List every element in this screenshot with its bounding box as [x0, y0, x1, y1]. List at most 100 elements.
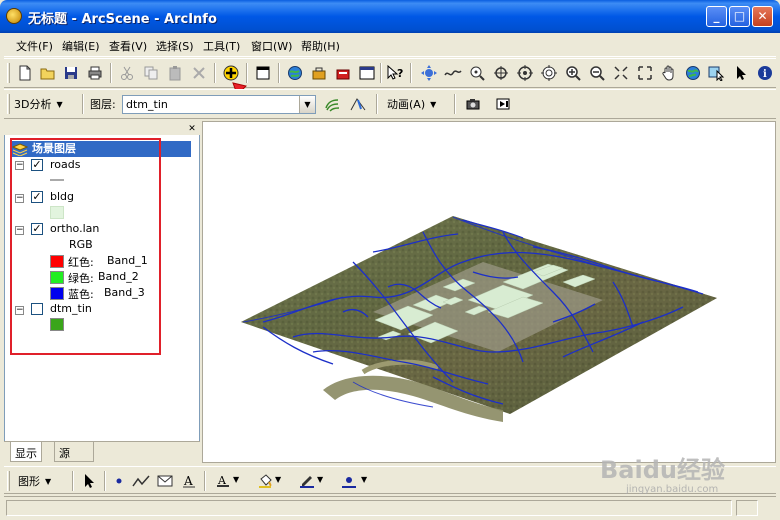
menu-file[interactable]: 文件(F): [16, 38, 53, 54]
select-graphics-button[interactable]: [706, 62, 728, 84]
menu-bar: 文件(F) 编辑(E) 查看(V) 选择(S) 工具(T) 窗口(W) 帮助(H…: [4, 33, 776, 57]
toolbar-grip[interactable]: [7, 94, 10, 114]
watermark-url: jingyan.baidu.com: [626, 484, 719, 495]
toolbar-grip[interactable]: [7, 471, 10, 491]
select-elements-tool[interactable]: [78, 470, 100, 492]
expand-fov-button[interactable]: [634, 62, 656, 84]
animation-menu-button[interactable]: 动画(A) ▼: [387, 94, 436, 114]
open-button[interactable]: [37, 62, 59, 84]
zoom-to-full-target-button[interactable]: [538, 62, 560, 84]
pan-button[interactable]: [658, 62, 680, 84]
fill-color-button[interactable]: [254, 470, 276, 492]
save-button[interactable]: [60, 62, 82, 84]
maximize-icon: □: [733, 9, 746, 23]
crosshair-icon: [494, 66, 508, 80]
zoom-out-icon: [590, 66, 605, 81]
menu-view[interactable]: 查看(V): [109, 38, 147, 54]
menu-selection[interactable]: 选择(S): [156, 38, 194, 54]
layer-properties-button[interactable]: [252, 62, 274, 84]
whats-this-button[interactable]: ?: [384, 62, 406, 84]
svg-text:?: ?: [397, 67, 403, 80]
full-extent-button[interactable]: [682, 62, 704, 84]
narrow-fov-button[interactable]: [610, 62, 632, 84]
expand-fov-icon: [638, 66, 652, 80]
3d-analyst-menu-button[interactable]: 3D分析 ▼: [14, 94, 63, 114]
marker-color-button[interactable]: [338, 470, 360, 492]
copy-button[interactable]: [140, 62, 162, 84]
line-color-button[interactable]: [296, 470, 318, 492]
line-color-dropdown-icon[interactable]: ▼: [317, 475, 323, 484]
zoom-in-button[interactable]: [562, 62, 584, 84]
steepest-path-button[interactable]: [347, 93, 369, 115]
layer-select[interactable]: dtm_tin ▼: [122, 95, 316, 114]
toolbox-icon: [312, 67, 326, 80]
save-disk-icon: [65, 67, 77, 79]
toc-close-icon[interactable]: ✕: [187, 124, 197, 134]
zoom-out-button[interactable]: [586, 62, 608, 84]
polyline-icon: [132, 475, 150, 487]
menu-edit[interactable]: 编辑(E): [62, 38, 100, 54]
arccatalog-button[interactable]: [284, 62, 306, 84]
paste-button[interactable]: [164, 62, 186, 84]
new-point-tool[interactable]: [108, 470, 130, 492]
new-line-tool[interactable]: [130, 470, 152, 492]
set-observer-button[interactable]: [490, 62, 512, 84]
fill-color-dropdown-icon[interactable]: ▼: [275, 475, 281, 484]
camera-icon: [466, 99, 480, 110]
close-button[interactable]: ✕: [752, 6, 773, 27]
zoom-target-icon: [470, 66, 485, 81]
3d-scene-viewer[interactable]: [202, 121, 776, 463]
menu-window[interactable]: 窗口(W): [251, 38, 292, 54]
maximize-button[interactable]: □: [729, 6, 750, 27]
layer-select-arrow-icon[interactable]: ▼: [299, 96, 315, 113]
toolbar-separator: [376, 94, 378, 114]
font-color-dropdown-icon[interactable]: ▼: [233, 475, 239, 484]
toolbar-separator: [410, 63, 412, 83]
toolbar-separator: [278, 63, 280, 83]
tab-display[interactable]: 显示: [10, 442, 42, 462]
menu-help[interactable]: 帮助(H): [301, 38, 340, 54]
animation-controls-button[interactable]: [492, 93, 514, 115]
copy-icon: [144, 66, 158, 80]
3d-analyst-label: 3D分析: [14, 98, 52, 111]
command-window-icon: [359, 66, 375, 80]
new-polygon-tool[interactable]: [154, 470, 176, 492]
toolbar-separator: [204, 471, 206, 491]
fly-button[interactable]: [442, 62, 464, 84]
cut-button[interactable]: [116, 62, 138, 84]
select-arrow-icon: [85, 474, 94, 488]
menu-tools[interactable]: 工具(T): [203, 38, 240, 54]
arctoolbox-button[interactable]: [308, 62, 330, 84]
steepest-path-icon: [350, 98, 366, 111]
pan-hand-icon: [662, 65, 674, 81]
toolbar-grip[interactable]: [7, 63, 10, 83]
new-button[interactable]: [14, 62, 36, 84]
status-message-pane: [6, 500, 732, 516]
toolbar-separator: [82, 94, 84, 114]
print-button[interactable]: [84, 62, 106, 84]
pen-line-color-icon: [300, 476, 314, 488]
select-elements-button[interactable]: [730, 62, 752, 84]
open-folder-icon: [40, 68, 55, 80]
create-contours-button[interactable]: [322, 93, 344, 115]
delete-button[interactable]: [188, 62, 210, 84]
identify-button[interactable]: i: [754, 62, 776, 84]
toolbar-separator: [110, 63, 112, 83]
dropdown-arrow-icon: ▼: [430, 99, 437, 109]
font-color-button[interactable]: A: [212, 470, 234, 492]
center-on-target-button[interactable]: [514, 62, 536, 84]
tab-source[interactable]: 源: [54, 442, 94, 462]
toolbox-red-button[interactable]: [332, 62, 354, 84]
command-line-button[interactable]: [356, 62, 378, 84]
navigate-button[interactable]: [418, 62, 440, 84]
minimize-button[interactable]: _: [706, 6, 727, 27]
zoom-to-target-button[interactable]: [466, 62, 488, 84]
capture-view-button[interactable]: [462, 93, 484, 115]
marker-color-dropdown-icon[interactable]: ▼: [361, 475, 367, 484]
new-text-tool[interactable]: A: [178, 470, 200, 492]
red-toolbox-icon: [336, 69, 350, 80]
drawing-menu-button[interactable]: 图形 ▼: [18, 471, 51, 491]
toolbar-separator: [246, 63, 248, 83]
select-features-icon: [708, 66, 725, 81]
toolbar-separator: [104, 471, 106, 491]
